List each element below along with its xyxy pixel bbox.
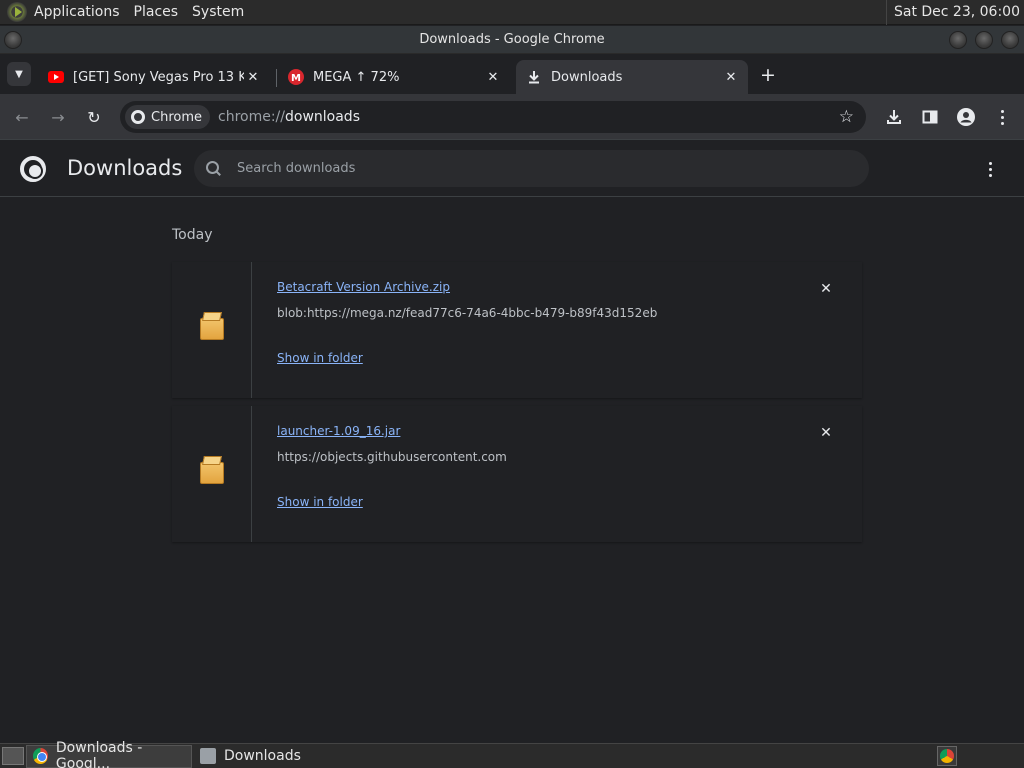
taskbar-item-label: Downloads xyxy=(224,748,301,764)
show-in-folder-link[interactable]: Show in folder xyxy=(277,351,363,365)
tray-chrome-icon[interactable] xyxy=(937,746,957,766)
chevron-down-icon: ▼ xyxy=(15,68,23,80)
youtube-icon xyxy=(48,69,64,85)
search-downloads-field[interactable]: Search downloads xyxy=(194,150,869,187)
mega-icon: M xyxy=(288,69,304,85)
back-arrow-icon[interactable]: ← xyxy=(10,105,34,129)
tab-search-button[interactable]: ▼ xyxy=(7,62,31,86)
search-icon xyxy=(206,160,222,177)
window-titlebar[interactable]: Downloads - Google Chrome xyxy=(0,26,1024,54)
close-tab-icon[interactable]: ✕ xyxy=(722,68,740,86)
download-icon xyxy=(526,69,542,85)
maximize-button[interactable] xyxy=(975,31,993,49)
search-placeholder: Search downloads xyxy=(237,161,356,176)
places-menu[interactable]: Places xyxy=(127,0,186,25)
downloads-header: Downloads Search downloads xyxy=(0,140,1024,197)
taskbar-item-label: Downloads - Googl... xyxy=(55,740,143,768)
site-info-label: Chrome xyxy=(151,109,202,125)
show-desktop-icon[interactable] xyxy=(2,747,24,765)
file-icon-column xyxy=(172,406,252,542)
url-path: downloads xyxy=(285,109,360,125)
taskbar-item-chrome[interactable]: Downloads - Googl... xyxy=(26,740,192,768)
chrome-icon xyxy=(33,748,48,764)
file-icon-column xyxy=(172,262,252,398)
downloads-toolbar-icon[interactable] xyxy=(882,105,906,129)
archive-file-icon xyxy=(200,312,226,342)
archive-file-icon xyxy=(200,456,226,486)
date-group-label: Today xyxy=(172,227,213,243)
show-in-folder-link[interactable]: Show in folder xyxy=(277,495,363,509)
profile-avatar-icon[interactable] xyxy=(954,105,978,129)
svg-text:M: M xyxy=(291,73,301,84)
file-name-link[interactable]: launcher-1.09_16.jar xyxy=(277,424,400,438)
window-menu-button[interactable] xyxy=(4,31,22,49)
system-menu[interactable]: System xyxy=(185,0,251,25)
taskbar-item-downloads-folder[interactable]: Downloads xyxy=(194,745,334,768)
reload-icon[interactable]: ↻ xyxy=(82,105,106,129)
side-panel-icon[interactable] xyxy=(918,105,942,129)
chrome-logo-icon xyxy=(20,156,46,182)
tab-separator xyxy=(276,69,277,87)
browser-toolbar: ← → ↻ Chrome chrome:// downloads ☆ xyxy=(0,94,1024,140)
download-item: launcher-1.09_16.jar https://objects.git… xyxy=(172,406,862,542)
source-url: blob:https://mega.nz/fead77c6-74a6-4bbc-… xyxy=(277,306,658,320)
source-url: https://objects.githubusercontent.com xyxy=(277,450,507,464)
chrome-icon xyxy=(131,110,145,124)
applications-menu[interactable]: Applications xyxy=(27,0,127,25)
bottom-taskbar: Downloads - Googl... Downloads xyxy=(0,740,1024,768)
tab-strip: ▼ [GET] Sony Vegas Pro 13 Keygen ✕ M MEG… xyxy=(0,55,1024,94)
url-scheme: chrome:// xyxy=(218,109,285,125)
forward-arrow-icon[interactable]: → xyxy=(46,105,70,129)
distro-logo-icon[interactable] xyxy=(7,2,27,22)
remove-from-list-icon[interactable]: ✕ xyxy=(816,423,836,443)
tab-sony-vegas[interactable]: [GET] Sony Vegas Pro 13 Keygen ✕ xyxy=(38,60,270,94)
page-title: Downloads xyxy=(67,156,183,180)
close-window-button[interactable] xyxy=(1001,31,1019,49)
minimize-button[interactable] xyxy=(949,31,967,49)
tab-downloads[interactable]: Downloads ✕ xyxy=(516,60,748,94)
address-bar[interactable]: Chrome chrome:// downloads ☆ xyxy=(120,101,866,133)
download-item: Betacraft Version Archive.zip blob:https… xyxy=(172,262,862,398)
site-info-chip[interactable]: Chrome xyxy=(125,105,210,129)
bookmark-star-icon[interactable]: ☆ xyxy=(839,107,854,127)
close-tab-icon[interactable]: ✕ xyxy=(484,68,502,86)
panel-clock[interactable]: Sat Dec 23, 06:00 xyxy=(885,0,1024,25)
remove-from-list-icon[interactable]: ✕ xyxy=(816,279,836,299)
tab-title: [GET] Sony Vegas Pro 13 Keygen xyxy=(73,69,244,85)
top-panel: Applications Places System Sat Dec 23, 0… xyxy=(0,0,1024,25)
chrome-menu-icon[interactable] xyxy=(990,105,1014,129)
window-title: Downloads - Google Chrome xyxy=(419,32,605,47)
folder-icon xyxy=(200,748,216,764)
new-tab-button[interactable]: + xyxy=(757,65,779,87)
tab-title: Downloads xyxy=(551,69,623,85)
tab-mega[interactable]: M MEGA ↑ 72% ✕ xyxy=(278,60,510,94)
file-name-link[interactable]: Betacraft Version Archive.zip xyxy=(277,280,450,294)
tab-title: MEGA ↑ 72% xyxy=(313,69,400,85)
downloads-menu-icon[interactable] xyxy=(980,158,1000,180)
close-tab-icon[interactable]: ✕ xyxy=(244,68,262,86)
